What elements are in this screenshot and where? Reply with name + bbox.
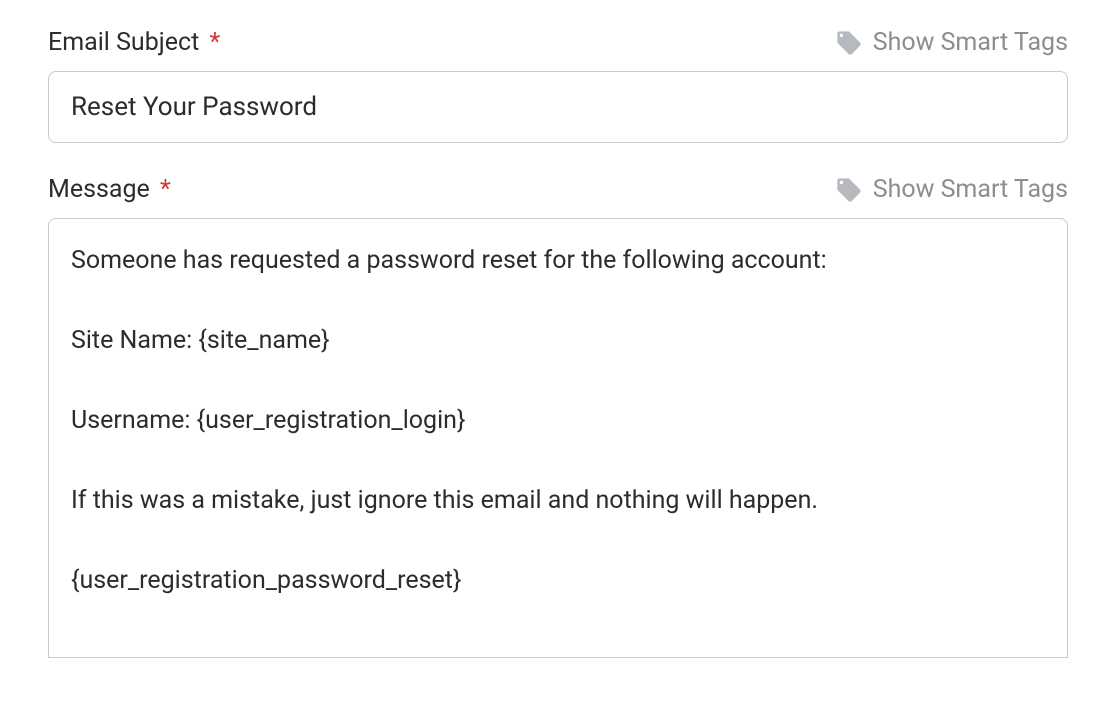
show-smart-tags-link-message[interactable]: Show Smart Tags — [835, 175, 1068, 204]
tag-icon — [835, 176, 863, 204]
required-asterisk: * — [209, 28, 220, 57]
tag-icon — [835, 29, 863, 57]
message-header: Message * Show Smart Tags — [48, 175, 1068, 204]
email-subject-field-group: Email Subject * Show Smart Tags — [48, 28, 1068, 143]
required-asterisk: * — [160, 175, 171, 204]
show-smart-tags-label: Show Smart Tags — [873, 175, 1068, 204]
message-label-text: Message — [48, 175, 150, 204]
message-input[interactable]: Someone has requested a password reset f… — [48, 218, 1068, 658]
email-subject-label-text: Email Subject — [48, 28, 199, 57]
email-subject-header: Email Subject * Show Smart Tags — [48, 28, 1068, 57]
email-subject-input[interactable] — [48, 71, 1068, 143]
show-smart-tags-link-subject[interactable]: Show Smart Tags — [835, 28, 1068, 57]
show-smart-tags-label: Show Smart Tags — [873, 28, 1068, 57]
message-label: Message * — [48, 175, 171, 204]
email-subject-label: Email Subject * — [48, 28, 220, 57]
message-field-group: Message * Show Smart Tags Someone has re… — [48, 175, 1068, 662]
